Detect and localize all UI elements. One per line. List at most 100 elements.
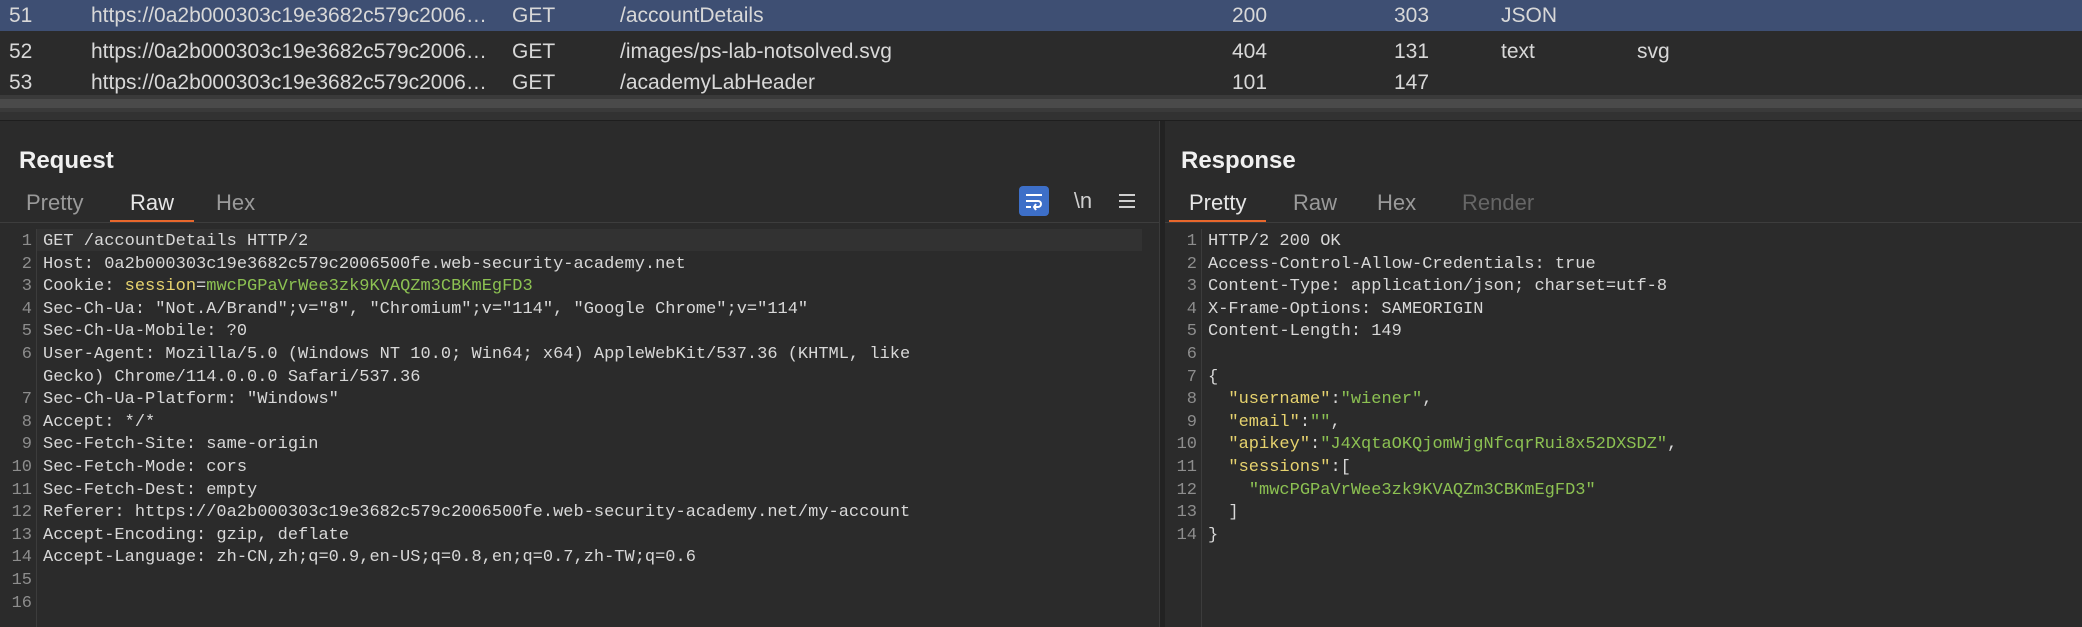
code-line: 10 Sec-Fetch-Mode: cors [0, 457, 1159, 479]
line-content: Accept-Encoding: gzip, deflate [43, 525, 349, 547]
code-token: "wiener" [1340, 390, 1423, 410]
code-token: Sec-Ch-Ua: "Not.A/Brand";v="8", "Chromiu… [43, 299, 809, 319]
line-content: Sec-Fetch-Site: same-origin [43, 434, 318, 456]
code-token: HTTP/2 200 OK [1208, 232, 1341, 251]
row-number: 51 [9, 4, 33, 27]
line-number: 1 [1186, 232, 1197, 251]
code-token: :[ [1330, 458, 1351, 477]
line-number: 6 [1186, 345, 1197, 364]
line-number: 10 [11, 458, 32, 477]
line-content: ] [1208, 502, 1238, 524]
tab-underline [1165, 222, 2082, 223]
line-content: "email":"", [1208, 412, 1340, 434]
code-line: 7 Sec-Ch-Ua-Platform: "Windows" [0, 389, 1159, 411]
request-tab-hex[interactable]: Hex [216, 181, 255, 219]
code-line: 5 Sec-Ch-Ua-Mobile: ?0 [0, 321, 1159, 343]
row-url: /academyLabHeader [620, 71, 815, 94]
row-number: 53 [9, 71, 33, 94]
pane-splitter[interactable] [0, 112, 2082, 121]
code-token: { [1208, 367, 1219, 387]
line-content: Accept-Language: zh-CN,zh;q=0.9,en-US;q=… [43, 547, 696, 569]
row-mime: text [1501, 40, 1535, 63]
code-token: Cookie: [43, 277, 125, 297]
hamburger-menu-icon [1119, 194, 1135, 208]
response-tab-pretty[interactable]: Pretty [1168, 181, 1268, 223]
row-status: 101 [1232, 71, 1268, 94]
code-line: 13 Accept-Encoding: gzip, deflate [0, 525, 1159, 547]
row-host: https://0a2b000303c19e3682c579c2006… [91, 71, 487, 94]
line-content: Sec-Ch-Ua-Mobile: ?0 [43, 321, 247, 343]
scrollbar-thumb[interactable] [0, 99, 2082, 108]
request-tab-raw[interactable]: Raw [109, 181, 195, 223]
code-line: 12 Referer: https://0a2b000303c19e3682c57… [0, 502, 1159, 524]
row-length: 131 [1394, 40, 1430, 63]
code-token: Accept-Language: zh-CN,zh;q=0.9,en-US;q=… [43, 548, 696, 568]
row-host: https://0a2b000303c19e3682c579c2006… [91, 4, 487, 27]
code-token: "sessions" [1228, 458, 1331, 477]
code-line: 14 Accept-Language: zh-CN,zh;q=0.9,en-US;… [0, 547, 1159, 569]
response-tab-raw[interactable]: Raw [1293, 181, 1337, 219]
request-title: Request [19, 147, 114, 174]
line-content: } [1208, 525, 1218, 547]
line-content: X-Frame-Options: SAMEORIGIN [1208, 299, 1483, 321]
code-line: 4 X-Frame-Options: SAMEORIGIN [1165, 299, 2082, 321]
line-number: 5 [21, 322, 32, 342]
line-content: Sec-Ch-Ua-Platform: "Windows" [43, 389, 339, 411]
line-number: 9 [21, 435, 32, 455]
line-number: 7 [1186, 367, 1197, 387]
wrap-lines-button[interactable] [1019, 186, 1049, 216]
line-content: "apikey":"J4XqtaOKQjomWjgNfcqrRui8x52DXS… [1208, 434, 1677, 456]
code-token: Accept-Encoding: gzip, deflate [43, 525, 350, 545]
code-line: 1 GET /accountDetails HTTP/2 [0, 231, 1159, 253]
show-newlines-button[interactable]: \n [1071, 186, 1095, 216]
request-editor[interactable]: 1 GET /accountDetails HTTP/2 2 Host: 0a2b00… [0, 229, 1159, 627]
request-tab-pretty[interactable]: Pretty [26, 181, 83, 219]
line-content: GET /accountDetails HTTP/2 [43, 231, 308, 253]
tab-underline [0, 222, 1159, 223]
line-number: 11 [11, 480, 32, 500]
line-content: HTTP/2 200 OK [1208, 231, 1341, 253]
options-menu-button[interactable] [1115, 186, 1139, 216]
history-row[interactable]: 52 https://0a2b000303c19e3682c579c2006… … [0, 36, 2082, 67]
line-number: 13 [1176, 503, 1197, 523]
code-token: Content-Length: 149 [1208, 322, 1402, 342]
row-url: /images/ps-lab-notsolved.svg [620, 40, 892, 63]
row-method: GET [512, 4, 556, 27]
line-content: Sec-Fetch-Dest: empty [43, 480, 257, 502]
row-number: 52 [9, 40, 33, 63]
line-content: Content-Length: 149 [1208, 321, 1402, 343]
code-token: GET /accountDetails HTTP/2 [43, 232, 309, 251]
line-content: "sessions":[ [1208, 457, 1351, 479]
code-line: 12 "mwcPGPaVrWee3zk9KVAQZm3CBKmEgFD3" [1165, 480, 2082, 502]
code-token: X-Frame-Options: SAMEORIGIN [1208, 299, 1484, 319]
line-number: 15 [11, 571, 32, 590]
line-content: Content-Type: application/json; charset=… [1208, 276, 1667, 298]
code-token: Sec-Ch-Ua-Mobile: ?0 [43, 322, 248, 342]
line-number: 2 [1186, 254, 1197, 274]
line-number: 16 [11, 593, 32, 613]
line-number: 12 [1176, 480, 1197, 500]
horizontal-scrollbar[interactable] [0, 95, 2082, 112]
row-host: https://0a2b000303c19e3682c579c2006… [91, 40, 487, 63]
code-token: "mwcPGPaVrWee3zk9KVAQZm3CBKmEgFD3" [1248, 480, 1596, 500]
code-token: "" [1310, 412, 1331, 432]
code-token: "J4XqtaOKQjomWjgNfcqrRui8x52DXSDZ" [1320, 435, 1668, 455]
code-line: 16 [0, 593, 1159, 615]
response-editor[interactable]: 1 HTTP/2 200 OK 2 Access-Control-Allow-Cred… [1165, 229, 2082, 627]
history-row[interactable]: 51 https://0a2b000303c19e3682c579c2006… … [0, 0, 2082, 31]
line-number: 2 [21, 254, 32, 274]
line-number: 6 [21, 345, 32, 364]
line-content: Gecko) Chrome/114.0.0.0 Safari/537.36 [43, 367, 420, 389]
row-url: /accountDetails [620, 4, 764, 27]
line-content: Cookie: session=mwcPGPaVrWee3zk9KVAQZm3C… [43, 276, 533, 298]
line-number: 8 [21, 412, 32, 432]
line-number: 13 [11, 525, 32, 545]
row-extension: svg [1637, 40, 1670, 63]
line-number: 5 [1186, 322, 1197, 342]
line-number: 4 [21, 299, 32, 319]
code-line: 6 User-Agent: Mozilla/5.0 (Windows NT 10.… [0, 344, 1159, 366]
response-tab-hex[interactable]: Hex [1377, 181, 1416, 219]
history-row[interactable]: 53 https://0a2b000303c19e3682c579c2006… … [0, 67, 2082, 98]
line-number: 3 [1186, 277, 1197, 297]
